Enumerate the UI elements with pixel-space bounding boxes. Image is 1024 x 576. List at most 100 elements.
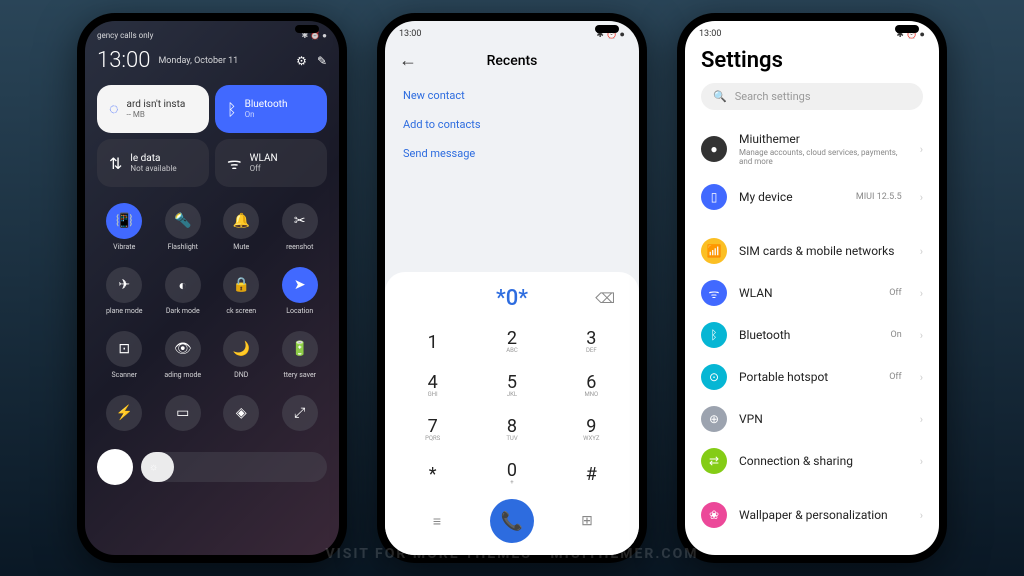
keypad-key-#[interactable]: # <box>552 451 631 495</box>
settings-list: ● Miuithemer Manage accounts, cloud serv… <box>685 122 939 555</box>
settings-item[interactable]: 📶SIM cards & mobile networks› <box>685 230 939 272</box>
toggle-label: Flashlight <box>168 243 198 251</box>
settings-item[interactable]: ᛒBluetoothOn› <box>685 314 939 356</box>
toggle-ading mode[interactable]: 👁ading mode <box>156 325 211 385</box>
action-link[interactable]: Send message <box>403 139 621 168</box>
chevron-right-icon: › <box>920 287 923 300</box>
key-digit: * <box>429 464 437 485</box>
toggle-label: plane mode <box>106 307 143 315</box>
toggle-grid: 📳Vibrate 🔦 Flashlight 🔔Mute✂reenshot ✈plane … <box>97 197 327 441</box>
key-digit: 6 <box>586 372 596 393</box>
chevron-right-icon: › <box>920 509 923 522</box>
item-title: Bluetooth <box>739 328 879 342</box>
auto-brightness-button[interactable]: ☀ <box>97 449 133 485</box>
toggle-Location[interactable]: ➤Location <box>273 261 328 321</box>
keypad-key-3[interactable]: 3DEF <box>552 319 631 363</box>
toggle-plane mode[interactable]: ✈plane mode <box>97 261 152 321</box>
toggle-Flashlight[interactable]: 🔦 Flashlight <box>156 197 211 257</box>
keypad-key-7[interactable]: 7PQRS <box>393 407 472 451</box>
call-button[interactable]: 📞 <box>490 499 534 543</box>
action-link[interactable]: New contact <box>403 81 621 110</box>
setting-icon: ᛒ <box>701 322 727 348</box>
toggle-reenshot[interactable]: ✂reenshot <box>273 197 328 257</box>
keypad-key-8[interactable]: 8TUV <box>472 407 551 451</box>
keypad-key-2[interactable]: 2ABC <box>472 319 551 363</box>
settings-item[interactable]: ⊕VPN› <box>685 398 939 440</box>
toggle-DND[interactable]: 🌙DND <box>214 325 269 385</box>
chevron-right-icon: › <box>920 455 923 468</box>
keypad-key-4[interactable]: 4GHI <box>393 363 472 407</box>
keypad-key-1[interactable]: 1 <box>393 319 472 363</box>
keypad-key-*[interactable]: * <box>393 451 472 495</box>
avatar-icon: ● <box>701 136 727 162</box>
toggle-icon: 🔦 <box>165 203 201 239</box>
my-device-item[interactable]: ▯ My device MIUI 12.5.5 › <box>685 176 939 218</box>
account-item[interactable]: ● Miuithemer Manage accounts, cloud serv… <box>685 122 939 176</box>
bluetooth-icon: ᛒ <box>227 100 237 119</box>
page-title: Settings <box>685 44 939 83</box>
camera-cutout <box>895 25 919 33</box>
tile-title: WLAN <box>250 153 278 164</box>
toggle-ck screen[interactable]: 🔒ck screen <box>214 261 269 321</box>
chevron-right-icon: › <box>920 329 923 342</box>
toggle-ttery saver[interactable]: 🔋ttery saver <box>273 325 328 385</box>
toggle-Dark mode[interactable]: ◐Dark mode <box>156 261 211 321</box>
keypad-key-0[interactable]: 0+ <box>472 451 551 495</box>
toggle-icon: 🔋 <box>282 331 318 367</box>
keypad-key-9[interactable]: 9WXYZ <box>552 407 631 451</box>
toggle-extra[interactable]: ⚡ <box>97 389 152 441</box>
data-usage-tile[interactable]: ◌ ard isn't insta -- MB <box>97 85 209 133</box>
toggle-Vibrate[interactable]: 📳Vibrate <box>97 197 152 257</box>
brightness-slider[interactable]: ☼ <box>141 452 327 482</box>
tile-title: ard isn't insta <box>127 99 186 110</box>
settings-icon[interactable]: ⚙ <box>296 54 307 68</box>
toggle-icon: 📳 <box>106 203 142 239</box>
keypad-key-5[interactable]: 5JKL <box>472 363 551 407</box>
toggle-icon: ⤢ <box>282 395 318 431</box>
toggle-label: ck screen <box>226 307 256 315</box>
brightness-fill: ☼ <box>141 452 174 482</box>
keypad-toggle-button[interactable]: ⊞ <box>572 506 602 536</box>
key-letters: DEF <box>586 347 597 354</box>
item-subtitle: Manage accounts, cloud services, payment… <box>739 148 908 166</box>
action-link[interactable]: Add to contacts <box>403 110 621 139</box>
toggle-Mute[interactable]: 🔔Mute <box>214 197 269 257</box>
wlan-tile[interactable]: ᯤ WLAN Off <box>215 139 327 187</box>
toggle-icon: 👁 <box>165 331 201 367</box>
brightness-row: ☀ ☼ <box>97 449 327 485</box>
toggle-extra[interactable]: ▭ <box>156 389 211 441</box>
mobile-data-tile[interactable]: ⇅ le data Not available <box>97 139 209 187</box>
toggle-icon: ◈ <box>223 395 259 431</box>
camera-cutout <box>295 25 319 33</box>
toggle-Scanner[interactable]: ⊡ Scanner <box>97 325 152 385</box>
settings-item[interactable]: ⊙Portable hotspotOff› <box>685 356 939 398</box>
key-letters: ABC <box>506 347 518 354</box>
tile-sub: Off <box>250 164 278 173</box>
wallpaper-item[interactable]: ❀ Wallpaper & personalization › <box>685 494 939 536</box>
toggle-extra[interactable]: ⤢ <box>273 389 328 441</box>
item-title: My device <box>739 190 844 204</box>
key-letters: MNO <box>585 391 599 398</box>
back-button[interactable]: ← <box>399 50 417 71</box>
chevron-right-icon: › <box>920 371 923 384</box>
backspace-button[interactable]: ⌫ <box>595 291 615 307</box>
key-letters: WXYZ <box>583 435 599 442</box>
data-icon: ⇅ <box>109 154 122 173</box>
page-title: Recents <box>417 53 607 69</box>
settings-item[interactable]: ᯤWLANOff› <box>685 272 939 314</box>
item-value: Off <box>889 288 901 298</box>
menu-button[interactable]: ≡ <box>422 506 452 536</box>
toggle-label: Scanner <box>112 371 137 379</box>
tile-sub: Not available <box>130 164 176 173</box>
keypad: 12ABC3DEF4GHI5JKL6MNO7PQRS8TUV9WXYZ*0+# <box>393 319 631 495</box>
header: 13:00 Monday, October 11 ⚙ ✎ <box>97 48 327 73</box>
edit-icon[interactable]: ✎ <box>317 54 327 68</box>
search-input[interactable]: 🔍 Search settings <box>701 83 923 110</box>
bluetooth-tile[interactable]: ᛒ Bluetooth On <box>215 85 327 133</box>
settings-item[interactable]: ⇄Connection & sharing› <box>685 440 939 482</box>
keypad-key-6[interactable]: 6MNO <box>552 363 631 407</box>
toggle-extra[interactable]: ◈ <box>214 389 269 441</box>
tile-sub: -- MB <box>127 110 186 119</box>
toggle-label: Mute <box>233 243 249 251</box>
toggle-icon: ⊡ <box>106 331 142 367</box>
